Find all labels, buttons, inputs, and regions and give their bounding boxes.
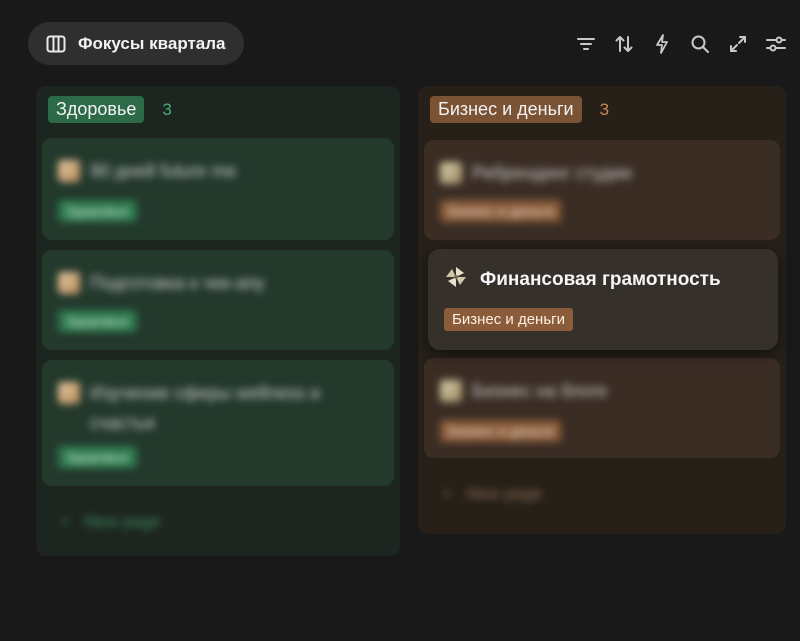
plus-icon: + bbox=[442, 484, 452, 503]
card-content-blurred: Изучение сферы wellness и счастья Здоров… bbox=[42, 360, 394, 486]
card-tag: Здоровье bbox=[58, 310, 137, 332]
new-page-button[interactable]: + New page bbox=[442, 484, 543, 504]
card-tag: Бизнес и деньги bbox=[444, 308, 573, 331]
view-title: Фокусы квартала bbox=[78, 33, 226, 53]
card-title: Финансовая грамотность bbox=[480, 269, 721, 290]
plus-icon: + bbox=[60, 512, 70, 531]
card-title: Изучение сферы wellness и счастья bbox=[90, 383, 321, 433]
board-card-focused[interactable]: Финансовая грамотность Бизнес и деньги bbox=[428, 249, 778, 350]
column-label[interactable]: Здоровье bbox=[48, 96, 145, 123]
flexed-arm-icon bbox=[58, 382, 80, 404]
view-tab-board[interactable]: Фокусы квартала bbox=[28, 22, 244, 65]
card-content-blurred: Бизнес на блоге Бизнес и деньги bbox=[424, 358, 780, 458]
column-count: 3 bbox=[599, 99, 610, 119]
search-icon[interactable] bbox=[690, 33, 710, 55]
new-page-label: New page bbox=[465, 484, 543, 503]
board-card[interactable]: Бизнес на блоге Бизнес и деньги bbox=[424, 358, 780, 458]
expand-icon[interactable] bbox=[728, 33, 748, 55]
card-tag: Бизнес и деньги bbox=[440, 200, 562, 222]
scroll-icon bbox=[440, 162, 462, 184]
board-card[interactable]: Подготовка к чек-апу Здоровье bbox=[42, 250, 394, 350]
columns-icon bbox=[46, 35, 66, 53]
column-label[interactable]: Бизнес и деньги bbox=[430, 96, 582, 123]
card-title: Ребрендинг студии bbox=[472, 163, 632, 183]
settings-sliders-icon[interactable] bbox=[766, 33, 786, 55]
column-count: 3 bbox=[162, 99, 172, 119]
card-content-blurred: Ребрендинг студии Бизнес и деньги bbox=[424, 140, 780, 240]
flexed-arm-icon bbox=[58, 160, 80, 182]
board-card[interactable]: 90 дней future me Здоровье bbox=[42, 138, 394, 240]
new-page-label: New page bbox=[83, 512, 161, 531]
card-title: Бизнес на блоге bbox=[472, 381, 608, 401]
board-card[interactable]: Изучение сферы wellness и счастья Здоров… bbox=[42, 360, 394, 486]
new-page-button[interactable]: + New page bbox=[60, 512, 161, 532]
filter-icon[interactable] bbox=[576, 33, 596, 55]
column-header: Бизнес и деньги 3 bbox=[430, 96, 609, 123]
lightning-icon[interactable] bbox=[652, 33, 672, 55]
card-tag: Здоровье bbox=[58, 446, 137, 468]
sort-icon[interactable] bbox=[614, 33, 634, 55]
card-tag: Здоровье bbox=[58, 200, 137, 222]
board-toolbar: Фокусы квартала bbox=[0, 0, 800, 88]
card-tag: Бизнес и деньги bbox=[440, 420, 562, 442]
card-title: Подготовка к чек-апу bbox=[90, 273, 265, 293]
board-card[interactable]: Ребрендинг студии Бизнес и деньги bbox=[424, 140, 780, 240]
column-header: Здоровье 3 bbox=[48, 96, 172, 123]
pinwheel-icon bbox=[444, 265, 468, 295]
scroll-icon bbox=[440, 380, 462, 402]
flexed-arm-icon bbox=[58, 272, 80, 294]
card-title: 90 дней future me bbox=[90, 161, 237, 181]
board-column-health: Здоровье 3 90 дней future me Здоровье По… bbox=[36, 86, 400, 556]
card-content-blurred: 90 дней future me Здоровье bbox=[42, 138, 394, 240]
card-content-blurred: Подготовка к чек-апу Здоровье bbox=[42, 250, 394, 350]
toolbar-actions bbox=[576, 33, 786, 55]
